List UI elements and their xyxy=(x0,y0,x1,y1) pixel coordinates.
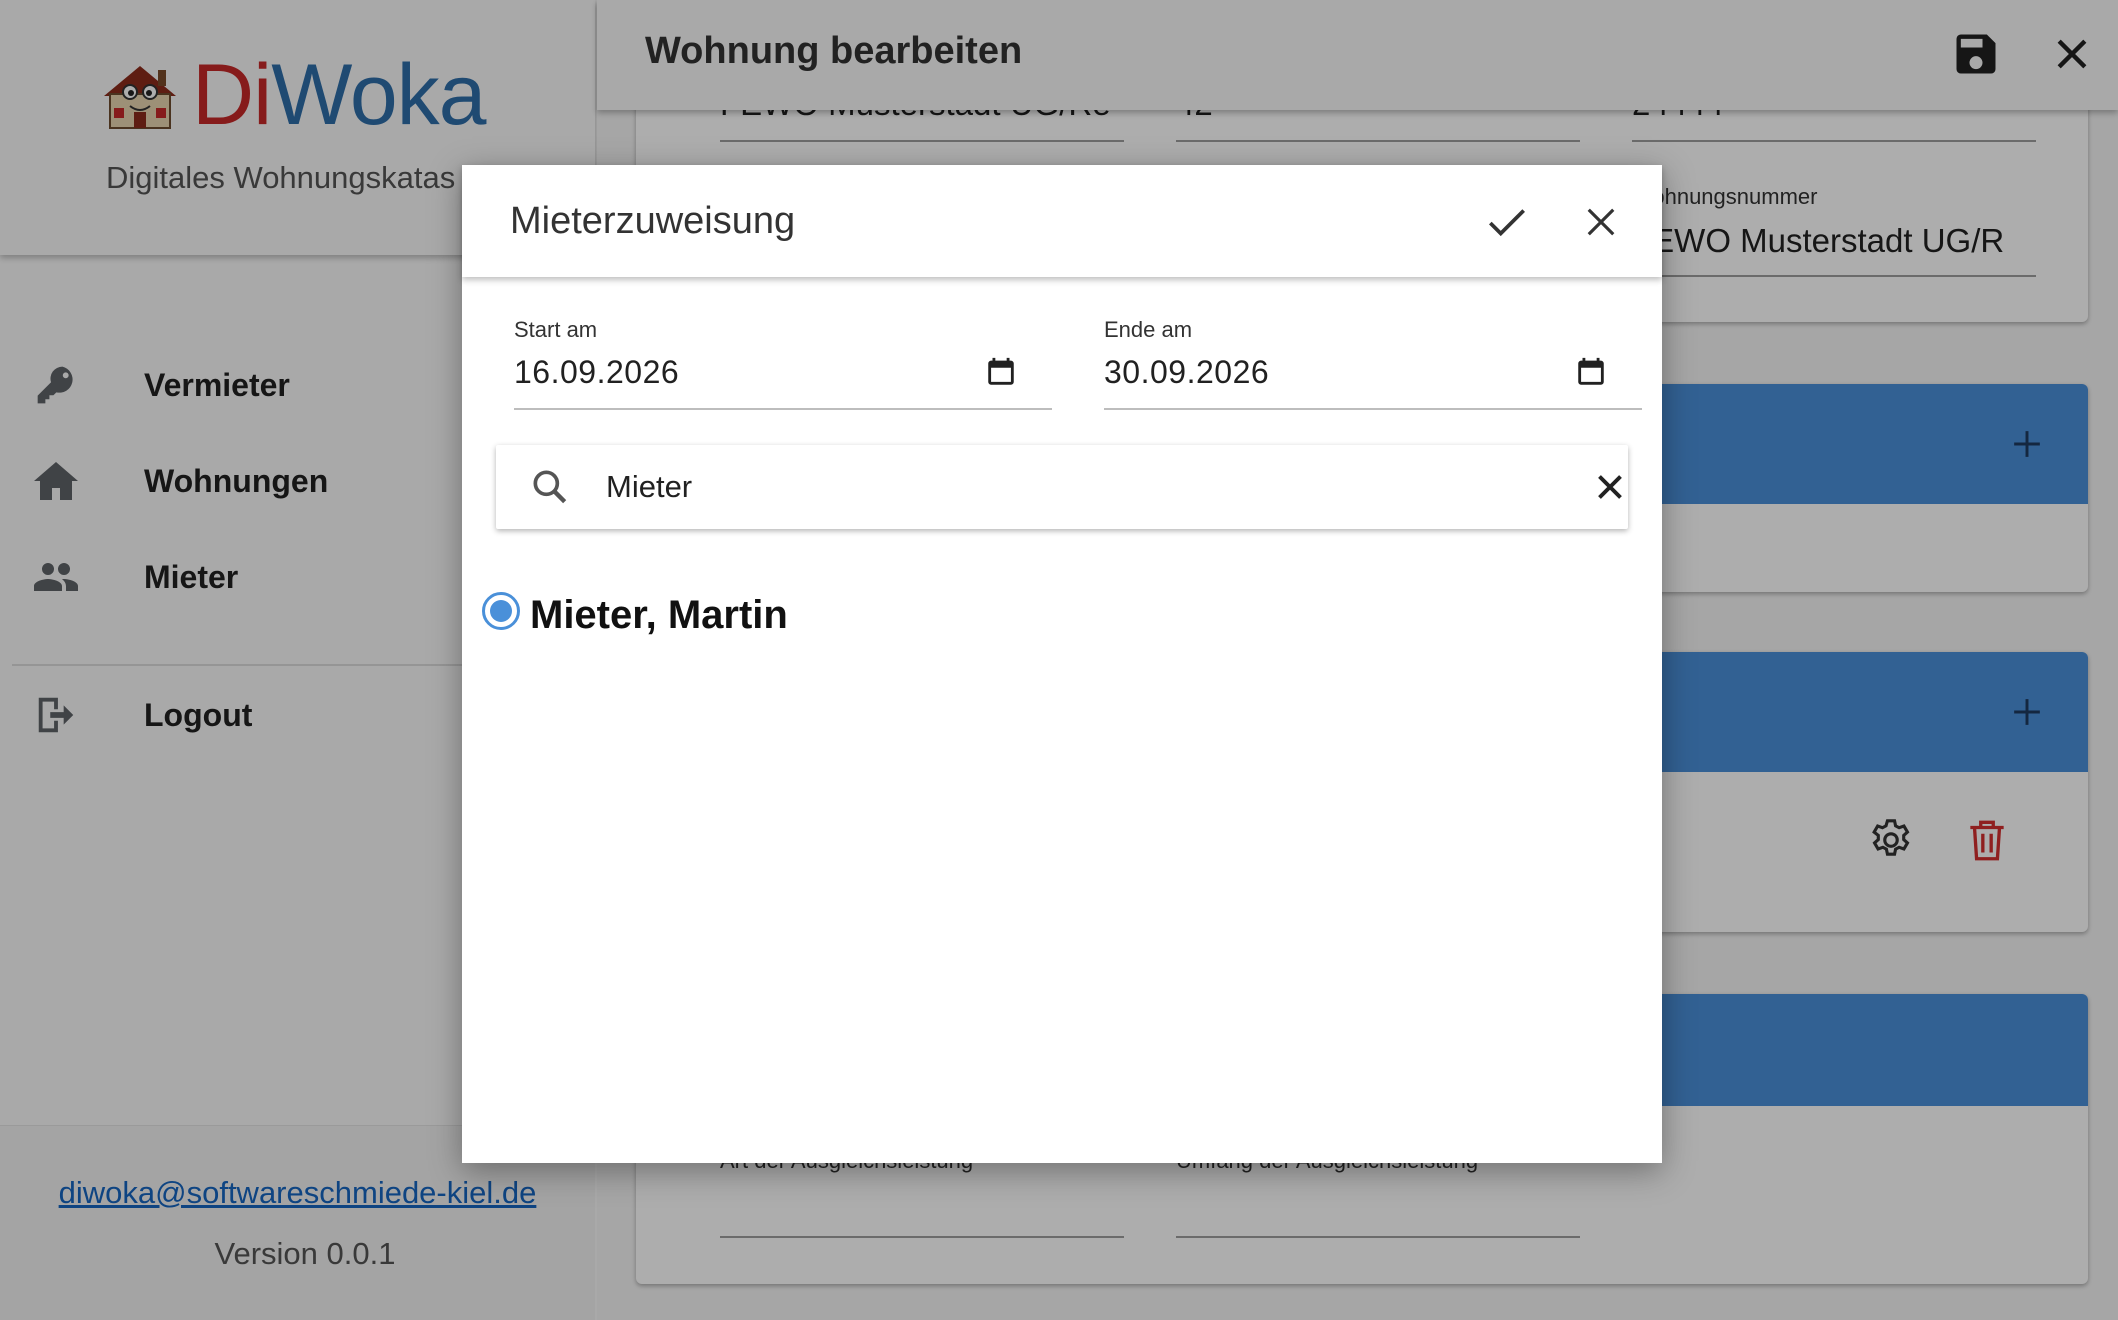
clear-icon[interactable] xyxy=(1592,469,1628,505)
search-icon xyxy=(533,470,567,504)
end-date-label: Ende am xyxy=(1104,317,1193,342)
tenant-name: Mieter, Martin xyxy=(530,592,788,637)
close-icon[interactable] xyxy=(1580,201,1622,243)
radio-selected-icon[interactable] xyxy=(482,592,520,630)
dialog-title: Mieterzuweisung xyxy=(510,200,796,242)
calendar-icon[interactable] xyxy=(1574,355,1608,389)
check-icon[interactable] xyxy=(1482,197,1532,247)
end-date-input[interactable]: 30.09.2026 xyxy=(1104,354,1269,391)
calendar-icon[interactable] xyxy=(984,355,1018,389)
end-date-underline xyxy=(1104,408,1642,410)
tenant-assignment-dialog: Mieterzuweisung Start am 16.09.2026 Ende… xyxy=(462,165,1662,1163)
tenant-search-box xyxy=(496,445,1628,529)
start-date-input[interactable]: 16.09.2026 xyxy=(514,354,679,391)
start-date-underline xyxy=(514,408,1052,410)
tenant-list-item[interactable]: Mieter, Martin xyxy=(482,585,788,645)
search-input[interactable] xyxy=(606,459,1506,515)
radio-dot xyxy=(490,600,512,622)
start-date-label: Start am xyxy=(514,317,598,342)
